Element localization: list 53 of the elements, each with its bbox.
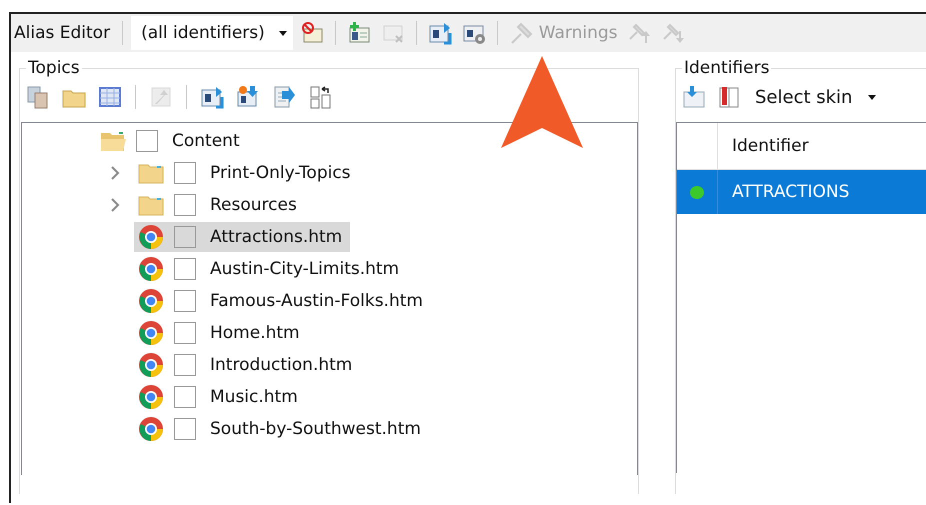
copy-icon [26,85,50,109]
checkbox[interactable] [174,354,196,376]
tree-item[interactable]: Attractions.htm [134,222,350,252]
browser-logo-icon [138,256,164,282]
topics-title: Topics [27,58,81,78]
id-card-icon [300,21,324,45]
tree-item[interactable]: Resources [134,190,305,220]
grid-icon [98,85,122,109]
card-download-icon [682,85,706,109]
checkbox[interactable] [174,386,196,408]
pin-icon [508,21,533,45]
checkbox[interactable] [174,258,196,280]
browser-logo-icon [138,384,164,410]
editor-title: Alias Editor [14,23,112,43]
column-header[interactable]: Identifier [718,123,926,169]
tree-item[interactable]: Austin-City-Limits.htm [134,254,408,284]
tree-item[interactable]: Print-Only-Topics [134,158,359,188]
tree-item[interactable]: South-by-Southwest.htm [134,414,429,444]
tree-item[interactable]: Music.htm [134,382,306,412]
star-card-arrow-icon [236,85,260,109]
table-row[interactable]: ATTRACTIONS [677,170,926,214]
browser-logo-icon [138,224,164,250]
checkbox[interactable] [136,130,158,152]
tree-item[interactable]: Introduction.htm [134,350,360,380]
tree-item[interactable]: Famous-Austin-Folks.htm [134,286,431,316]
browser-logo-icon [138,352,164,378]
identifiers-title: Identifiers [683,58,770,78]
browser-logo-icon [138,416,164,442]
caret-icon [868,94,876,100]
expand-chevron-icon[interactable] [110,197,120,213]
page-arrow-icon [272,85,296,109]
checkbox[interactable] [174,418,196,440]
checkbox[interactable] [174,290,196,312]
tree-item[interactable]: Home.htm [134,318,308,348]
checkbox[interactable] [174,194,196,216]
expand-chevron-icon[interactable] [110,165,120,181]
card-arrows-icon [428,21,452,45]
checkbox[interactable] [174,226,196,248]
browser-logo-icon [138,288,164,314]
card-arrows-icon [200,85,224,109]
add-card-icon [346,21,371,45]
filter-dropdown[interactable]: (all identifiers) [131,16,293,50]
browser-logo-icon [138,320,164,346]
checkbox[interactable] [174,162,196,184]
tree-item[interactable]: Content [96,126,248,156]
pin-up-icon [628,21,652,45]
pin-down-icon [662,21,686,45]
page-swap-icon [308,85,332,109]
caret-icon [278,30,287,36]
checkbox[interactable] [174,322,196,344]
arrow-page-icon [149,85,173,109]
skin-dropdown[interactable]: Select skin [751,84,880,110]
table-cell-text: ATTRACTIONS [731,181,850,204]
